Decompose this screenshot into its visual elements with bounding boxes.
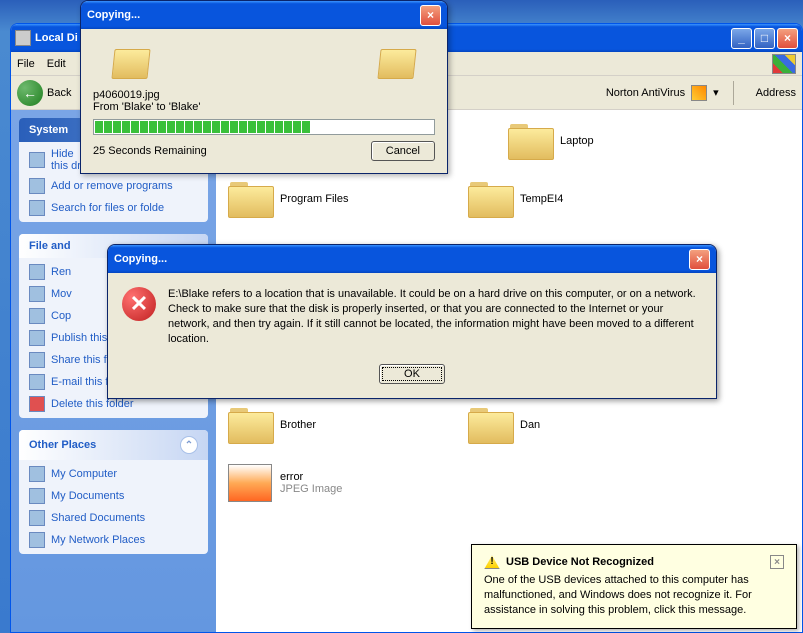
panel-other-places: Other Places ⌃ My Computer My Documents … — [19, 430, 208, 554]
file-item[interactable]: errorJPEG Image — [228, 464, 368, 502]
folder-item[interactable]: Dan — [468, 406, 608, 444]
copy-icon — [29, 308, 45, 324]
progress-bar — [93, 119, 435, 135]
menu-edit[interactable]: Edit — [47, 58, 66, 70]
file-name: error — [280, 471, 303, 483]
folder-icon — [468, 180, 512, 218]
separator — [733, 81, 734, 105]
folder-item[interactable]: TempEI4 — [468, 180, 608, 218]
back-button[interactable]: ← Back — [17, 80, 71, 106]
maximize-button[interactable]: □ — [754, 28, 775, 49]
sidebar-item-search[interactable]: Search for files or folde — [29, 200, 198, 216]
folder-icon — [468, 406, 512, 444]
time-remaining: 25 Seconds Remaining — [93, 145, 207, 157]
balloon-title: USB Device Not Recognized — [506, 556, 654, 568]
back-label: Back — [47, 87, 71, 99]
dialog-titlebar[interactable]: Copying... × — [108, 245, 716, 273]
folder-icon — [228, 180, 272, 218]
dialog-title: Copying... — [114, 253, 167, 265]
copy-fromto: From 'Blake' to 'Blake' — [93, 101, 435, 113]
publish-icon — [29, 330, 45, 346]
share-icon — [29, 352, 45, 368]
documents-icon — [29, 488, 45, 504]
sidebar-item-my-documents[interactable]: My Documents — [29, 488, 198, 504]
panel-title: File and — [29, 240, 71, 252]
close-button[interactable]: × — [689, 249, 710, 270]
dialog-titlebar[interactable]: Copying... × — [81, 1, 447, 29]
sidebar-item-network-places[interactable]: My Network Places — [29, 532, 198, 548]
cancel-button[interactable]: Cancel — [371, 141, 435, 161]
folder-source-icon — [113, 49, 149, 79]
copy-filename: p4060019.jpg — [93, 89, 435, 101]
image-file-icon — [228, 464, 272, 502]
drive-icon — [29, 152, 45, 168]
close-button[interactable]: × — [777, 28, 798, 49]
copy-dialog[interactable]: Copying... × p4060019.jpg From 'Blake' t… — [80, 0, 448, 174]
minimize-button[interactable]: _ — [731, 28, 752, 49]
folder-icon — [228, 406, 272, 444]
delete-icon — [29, 396, 45, 412]
close-button[interactable]: × — [770, 555, 784, 569]
windows-flag-icon — [772, 54, 796, 74]
back-icon: ← — [17, 80, 43, 106]
error-dialog[interactable]: Copying... × ✕ E:\Blake refers to a loca… — [107, 244, 717, 399]
sidebar-item-add-remove[interactable]: Add or remove programs — [29, 178, 198, 194]
norton-icon — [691, 85, 707, 101]
shared-icon — [29, 510, 45, 526]
computer-icon — [29, 466, 45, 482]
balloon-body: One of the USB devices attached to this … — [484, 573, 784, 618]
folder-item[interactable]: Brother — [228, 406, 368, 444]
dialog-title: Copying... — [87, 9, 140, 21]
dropdown-icon: ▾ — [713, 86, 719, 99]
network-icon — [29, 532, 45, 548]
window-title: Local Di — [35, 32, 78, 44]
ok-button[interactable]: OK — [379, 364, 445, 384]
collapse-icon[interactable]: ⌃ — [180, 436, 198, 454]
email-icon — [29, 374, 45, 390]
close-button[interactable]: × — [420, 5, 441, 26]
search-icon — [29, 200, 45, 216]
move-icon — [29, 286, 45, 302]
error-message: E:\Blake refers to a location that is un… — [168, 287, 702, 346]
norton-label: Norton AntiVirus — [606, 87, 685, 99]
sidebar-item-my-computer[interactable]: My Computer — [29, 466, 198, 482]
folder-icon — [508, 122, 552, 160]
addremove-icon — [29, 178, 45, 194]
panel-title: System — [29, 124, 68, 136]
panel-header[interactable]: Other Places ⌃ — [19, 430, 208, 460]
menu-file[interactable]: File — [17, 58, 35, 70]
copy-animation — [93, 39, 435, 89]
folder-item[interactable]: Laptop — [508, 122, 648, 160]
drive-icon — [15, 30, 31, 46]
rename-icon — [29, 264, 45, 280]
file-type: JPEG Image — [280, 483, 342, 495]
usb-balloon[interactable]: USB Device Not Recognized × One of the U… — [471, 544, 797, 629]
panel-title: Other Places — [29, 439, 96, 451]
folder-dest-icon — [379, 49, 415, 79]
error-icon: ✕ — [122, 287, 156, 321]
norton-toolbar[interactable]: Norton AntiVirus ▾ — [606, 85, 719, 101]
folder-item[interactable]: Program Files — [228, 180, 368, 218]
sidebar-item-shared-documents[interactable]: Shared Documents — [29, 510, 198, 526]
warning-icon — [484, 555, 500, 569]
address-label: Address — [756, 87, 796, 99]
